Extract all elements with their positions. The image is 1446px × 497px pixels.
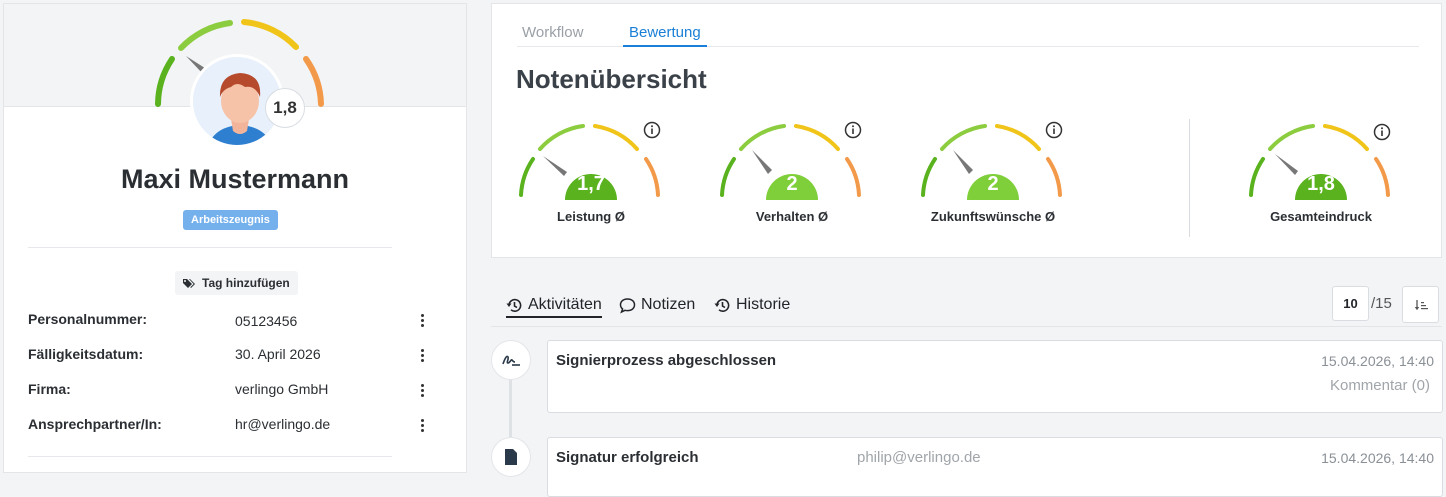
field-company: Firma: verlingo GmbH bbox=[28, 381, 438, 401]
history-icon bbox=[506, 298, 522, 312]
timeline-marker bbox=[491, 340, 531, 380]
document-type-badge: Arbeitszeugnis bbox=[183, 210, 278, 230]
gauge-overall-impression: 1,8 Gesamteindruck bbox=[1246, 118, 1396, 228]
tab-bewertung[interactable]: Bewertung bbox=[623, 24, 707, 47]
add-tag-label: Tag hinzufügen bbox=[202, 276, 290, 290]
info-icon[interactable] bbox=[1373, 123, 1391, 141]
sort-button[interactable] bbox=[1402, 286, 1439, 323]
field-label: Firma: bbox=[28, 381, 71, 397]
activity-timestamp: 15.04.2026, 14:40 bbox=[1321, 450, 1434, 466]
gauge-value: 1,7 bbox=[577, 173, 605, 195]
tab-label: Notizen bbox=[641, 296, 696, 313]
gauge-future-wishes: 2 Zukunftswünsche Ø bbox=[918, 118, 1068, 228]
activity-card[interactable]: Signatur erfolgreich philip@verlingo.de … bbox=[547, 437, 1443, 497]
gauge-label: Leistung Ø bbox=[557, 209, 625, 224]
gauge-label: Gesamteindruck bbox=[1270, 209, 1372, 224]
add-tag-button[interactable]: Tag hinzufügen bbox=[175, 271, 298, 295]
field-label: Personalnummer: bbox=[28, 311, 148, 327]
gauge-value: 2 bbox=[786, 173, 798, 195]
divider bbox=[28, 456, 392, 457]
tab-label: Aktivitäten bbox=[528, 296, 602, 313]
field-label: Ansprechpartner/In: bbox=[28, 416, 162, 432]
more-options-icon[interactable] bbox=[416, 312, 428, 328]
activity-timestamp: 15.04.2026, 14:40 bbox=[1321, 353, 1434, 369]
signature-icon bbox=[502, 355, 520, 366]
divider bbox=[28, 247, 392, 248]
employee-name: Maxi Mustermann bbox=[120, 164, 350, 194]
info-icon[interactable] bbox=[1045, 121, 1063, 139]
rating-card: Workflow Bewertung Notenübersicht 1,7 Le… bbox=[491, 3, 1442, 258]
more-options-icon[interactable] bbox=[416, 417, 428, 433]
field-value: 05123456 bbox=[235, 313, 298, 329]
vertical-divider bbox=[1189, 119, 1190, 237]
rating-tabs: Workflow Bewertung bbox=[517, 19, 1419, 47]
tab-activities[interactable]: Aktivitäten bbox=[506, 296, 602, 318]
info-icon[interactable] bbox=[643, 121, 661, 139]
profile-card: 1,8 Maxi Mustermann Arbeitszeugnis Tag h… bbox=[3, 3, 467, 473]
gauge-performance: 1,7 Leistung Ø bbox=[516, 118, 666, 228]
field-personnel-number: Personalnummer: 05123456 bbox=[28, 311, 438, 331]
tags-icon bbox=[183, 278, 195, 288]
field-value: verlingo GmbH bbox=[235, 381, 329, 397]
gauge-label: Zukunftswünsche Ø bbox=[930, 209, 1056, 224]
gauge-value: 2 bbox=[987, 173, 999, 195]
activity-title: Signierprozess abgeschlossen bbox=[556, 352, 777, 369]
activity-title: Signatur erfolgreich bbox=[556, 449, 699, 466]
section-title: Notenübersicht bbox=[516, 64, 707, 94]
timeline-marker bbox=[491, 437, 531, 477]
tab-label: Historie bbox=[736, 296, 791, 313]
more-options-icon[interactable] bbox=[416, 382, 428, 398]
overall-grade-bubble: 1,8 bbox=[265, 88, 305, 128]
activity-user: philip@verlingo.de bbox=[857, 449, 981, 466]
gauge-label: Verhalten Ø bbox=[755, 209, 829, 224]
page-size-input[interactable]: 10 bbox=[1332, 286, 1369, 321]
field-due-date: Fälligkeitsdatum: 30. April 2026 bbox=[28, 346, 438, 366]
comments-link[interactable]: Kommentar (0) bbox=[1330, 377, 1430, 394]
activity-tabs-bar: Aktivitäten Notizen Historie 10 /15 bbox=[491, 283, 1442, 327]
more-options-icon[interactable] bbox=[416, 347, 428, 363]
comment-icon bbox=[619, 297, 636, 313]
gauge-behavior: 2 Verhalten Ø bbox=[717, 118, 867, 228]
field-label: Fälligkeitsdatum: bbox=[28, 346, 144, 362]
sort-descending-icon bbox=[1414, 299, 1428, 310]
tab-history[interactable]: Historie bbox=[714, 296, 790, 314]
field-contact-person: Ansprechpartner/In: hr@verlingo.de bbox=[28, 416, 438, 436]
info-icon[interactable] bbox=[844, 121, 862, 139]
activity-card[interactable]: Signierprozess abgeschlossen 15.04.2026,… bbox=[547, 340, 1443, 413]
field-value: 30. April 2026 bbox=[235, 346, 321, 362]
history-icon bbox=[714, 298, 730, 312]
tab-notes[interactable]: Notizen bbox=[619, 296, 695, 314]
field-value: hr@verlingo.de bbox=[235, 416, 331, 432]
tab-workflow[interactable]: Workflow bbox=[522, 24, 583, 41]
page-total: /15 bbox=[1371, 295, 1392, 312]
gauge-value: 1,8 bbox=[1307, 173, 1335, 195]
file-signature-icon bbox=[505, 449, 517, 465]
